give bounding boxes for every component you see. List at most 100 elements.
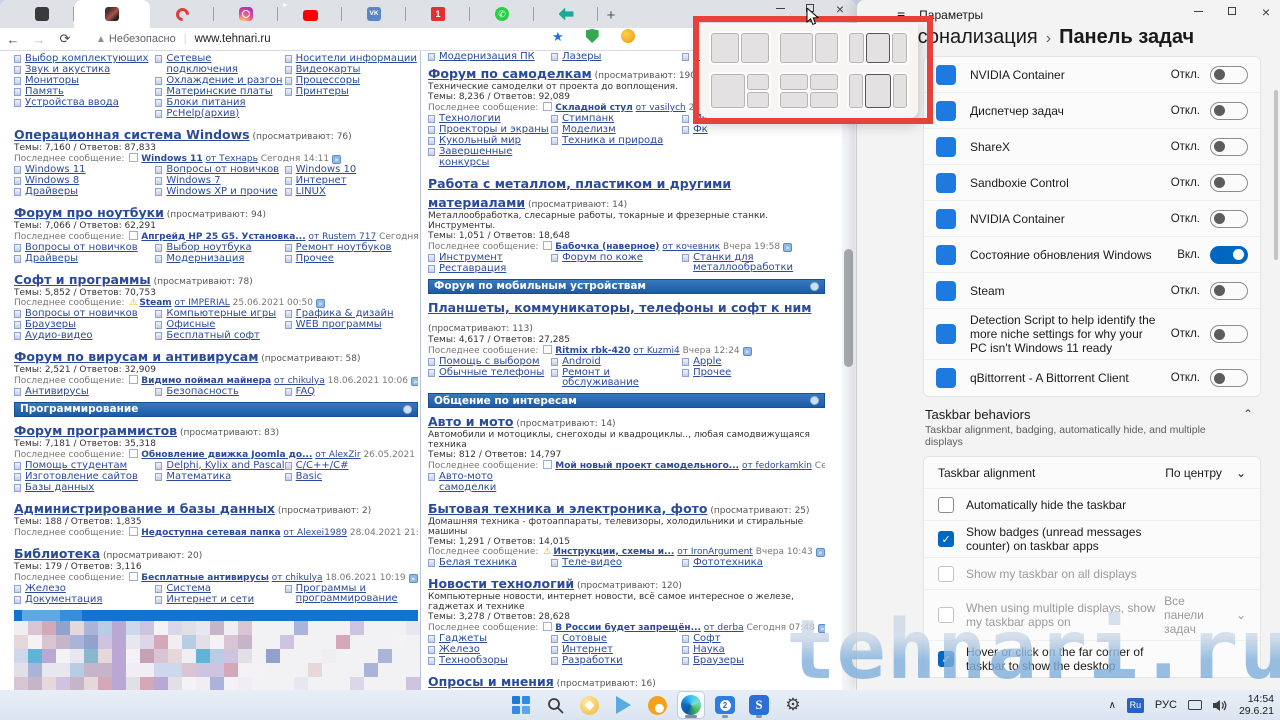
subforum-link[interactable]: Наука: [693, 644, 725, 656]
subforum-link[interactable]: Интернет и сети: [166, 594, 254, 606]
tray-chevron-up-icon[interactable]: ∧: [1109, 700, 1116, 711]
subforum-link[interactable]: Гаджеты: [439, 633, 487, 645]
language-badge[interactable]: Ru: [1126, 697, 1144, 713]
orange-app-icon[interactable]: [644, 692, 670, 718]
goto-last-post-icon[interactable]: »: [817, 623, 825, 633]
last-post-title-link[interactable]: В России будет запрещён...: [555, 623, 701, 633]
minimize-icon[interactable]: [774, 3, 786, 15]
subforum-link[interactable]: Браузеры: [693, 655, 744, 667]
start-icon[interactable]: [508, 692, 534, 718]
subforum-link[interactable]: Стимпанк: [562, 113, 614, 125]
last-post-author-link[interactable]: от AlexZir: [315, 450, 360, 460]
subforum-link[interactable]: Windows 8: [25, 175, 79, 187]
subforum-link[interactable]: Вопросы от новичков: [25, 242, 138, 254]
scrollbar-thumb[interactable]: [844, 249, 853, 367]
forum-title-link[interactable]: Авто и мото: [428, 414, 514, 429]
subforum-link[interactable]: Помощь с выбором: [439, 356, 540, 368]
subforum-link[interactable]: Технологии: [439, 113, 501, 125]
subforum-link[interactable]: Видеокарты: [296, 64, 361, 76]
tray-clock[interactable]: 14:54 29.6.21: [1239, 693, 1274, 717]
subforum-link[interactable]: Реставрация: [439, 263, 506, 275]
subforum-link[interactable]: Базы данных: [25, 482, 94, 494]
forum-title-link[interactable]: Софт и программы: [14, 272, 151, 287]
subforum-link[interactable]: Завершенные конкурсы: [439, 146, 551, 168]
forum-title-link[interactable]: Опросы и мнения: [428, 674, 554, 689]
forum-title-link[interactable]: Библиотека: [14, 546, 100, 561]
subforum-link[interactable]: Вопросы от новичков: [25, 308, 138, 320]
last-post-author-link[interactable]: от vasilych: [636, 103, 686, 113]
subforum-link[interactable]: Интернет: [562, 644, 613, 656]
toggle-switch[interactable]: [1210, 101, 1248, 120]
subforum-link[interactable]: Прочее: [693, 367, 731, 379]
speaker-icon[interactable]: [1212, 699, 1228, 712]
category-header[interactable]: Общение по интересам: [428, 393, 825, 408]
security-label[interactable]: Небезопасно: [109, 33, 176, 45]
toggle-switch[interactable]: [1210, 245, 1248, 264]
subforum-link[interactable]: Проекторы и экраны: [439, 124, 549, 136]
goto-last-post-icon[interactable]: »: [783, 242, 793, 252]
search-icon[interactable]: [542, 692, 568, 718]
subforum-link[interactable]: Софт: [693, 633, 720, 645]
subforum-link[interactable]: Delphi, Kylix and Pascal: [166, 460, 284, 472]
last-post-author-link[interactable]: от derba: [704, 623, 744, 633]
subforum-link[interactable]: Фк: [693, 124, 708, 136]
forum-title-link[interactable]: Форум по вирусам и антивирусам: [14, 349, 258, 364]
subforum-link[interactable]: FAQ: [296, 386, 315, 398]
subforum-link[interactable]: Разработки: [562, 655, 623, 667]
subforum-link[interactable]: Помощь студентам: [25, 460, 127, 472]
last-post-author-link[interactable]: от Rustem 717: [309, 232, 377, 242]
display-tray-icon[interactable]: [1187, 700, 1202, 710]
goto-last-post-icon[interactable]: »: [332, 154, 342, 164]
last-post-author-link[interactable]: от chikulya: [274, 376, 325, 386]
pinned-tab[interactable]: [10, 0, 74, 28]
forum-title-link[interactable]: Форум по самоделкам: [428, 66, 592, 81]
last-post-title-link[interactable]: Ritmix rbk-420: [555, 346, 630, 356]
pinned-tab[interactable]: 1: [406, 0, 470, 28]
subforum-link[interactable]: Ремонт ноутбуков: [296, 242, 392, 254]
subforum-link[interactable]: Лазеры: [562, 51, 601, 63]
subforum-link[interactable]: Звук и акустика: [25, 64, 110, 76]
subforum-link[interactable]: Windows 10: [296, 164, 357, 176]
close-icon[interactable]: ×: [834, 1, 846, 17]
forum-title-link[interactable]: Операционная система Windows: [14, 127, 250, 142]
last-post-title-link[interactable]: Steam: [139, 298, 171, 308]
address-url[interactable]: www.tehnari.ru: [195, 33, 271, 45]
reload-icon[interactable]: ⟳: [52, 31, 78, 47]
subforum-link[interactable]: LINUX: [296, 186, 326, 198]
sharex-icon[interactable]: S: [746, 692, 772, 718]
subforum-link[interactable]: WEB программы: [296, 319, 382, 331]
subforum-link[interactable]: Вопросы от новичков: [166, 164, 279, 176]
subforum-link[interactable]: Память: [25, 86, 64, 98]
subforum-link[interactable]: Устройства ввода: [25, 97, 119, 109]
checkbox-checked[interactable]: [938, 531, 954, 547]
settings-checkbox-row[interactable]: Automatically hide the taskbar: [924, 489, 1260, 521]
taskbar-behaviors-header[interactable]: Taskbar behaviors Taskbar alignment, bad…: [923, 397, 1261, 456]
toggle-switch[interactable]: [1210, 65, 1248, 84]
forward-icon[interactable]: →: [26, 32, 52, 47]
goto-last-post-icon[interactable]: »: [742, 346, 752, 356]
subforum-link[interactable]: Компьютерные игры: [166, 308, 276, 320]
subforum-link[interactable]: Белая техника: [439, 557, 517, 569]
orange-extension-icon[interactable]: [620, 29, 635, 43]
subforum-link[interactable]: Драйверы: [25, 253, 78, 265]
settings-checkbox-row[interactable]: Hover or click on the far corner of task…: [924, 641, 1260, 677]
settings-scrollbar[interactable]: [1274, 90, 1278, 260]
last-post-title-link[interactable]: Инструкции, схемы и...: [553, 547, 674, 557]
subforum-link[interactable]: Кукольный мир: [439, 135, 521, 147]
last-post-title-link[interactable]: Обновление движка Joomla до...: [141, 450, 312, 460]
subforum-link[interactable]: Техника и природа: [562, 135, 663, 147]
goto-last-post-icon[interactable]: »: [815, 547, 825, 557]
subforum-link[interactable]: Windows XP и прочие: [166, 186, 277, 198]
goto-last-post-icon[interactable]: »: [408, 573, 418, 583]
checkbox-checked[interactable]: [938, 651, 954, 667]
bookmark-star-icon[interactable]: ★: [552, 29, 564, 45]
subforum-link[interactable]: Моделизм: [562, 124, 616, 136]
category-header[interactable]: Программирование: [14, 401, 418, 417]
edge-icon[interactable]: [678, 692, 704, 718]
subforum-link[interactable]: Документация: [25, 594, 102, 606]
subforum-link[interactable]: Драйверы: [25, 186, 78, 198]
subforum-link[interactable]: Безопасность: [166, 386, 239, 398]
subforum-link[interactable]: Бесплатный софт: [166, 330, 260, 342]
subforum-link[interactable]: Windows 11: [25, 164, 86, 176]
forum-title-link[interactable]: Форум программистов: [14, 423, 177, 438]
